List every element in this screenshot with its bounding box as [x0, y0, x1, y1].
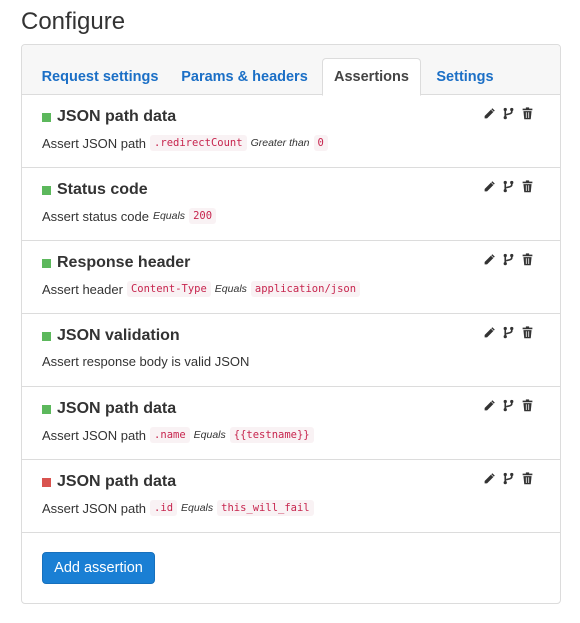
status-indicator — [42, 185, 51, 195]
pencil-icon — [483, 253, 496, 271]
delete-button[interactable] — [521, 471, 534, 490]
edit-button[interactable] — [483, 180, 496, 198]
status-indicator — [42, 331, 51, 341]
edit-button[interactable] — [483, 107, 496, 125]
row-actions — [483, 179, 534, 198]
assertion-title: Response header — [57, 254, 191, 271]
assertion-row: JSON path data Assert JSON path .redirectC… — [22, 95, 560, 168]
assertion-row: Status code Assert status code Equals 200 — [22, 168, 560, 241]
assertion-operator: Equals — [152, 210, 186, 222]
pencil-icon — [483, 399, 496, 417]
assertion-target: .id — [150, 500, 178, 516]
tab-settings[interactable]: Settings — [427, 58, 503, 95]
tab-bar: Request settings Params & headers Assert… — [22, 45, 560, 96]
status-indicator — [42, 477, 51, 487]
add-assertion-button[interactable]: Add assertion — [42, 552, 155, 584]
branch-button[interactable] — [502, 326, 515, 344]
assertion-value: {{testname}} — [229, 427, 314, 443]
assertion-description: Assert header — [42, 281, 123, 297]
branch-button[interactable] — [502, 107, 515, 125]
delete-button[interactable] — [521, 252, 534, 271]
edit-button[interactable] — [483, 472, 496, 490]
assertion-title: JSON path data — [57, 473, 177, 490]
trash-icon — [521, 252, 534, 271]
fork-icon — [502, 326, 515, 344]
assertions-card: Request settings Params & headers Assert… — [21, 44, 561, 604]
row-actions — [483, 106, 534, 125]
trash-icon — [521, 179, 534, 198]
assertion-value: 0 — [313, 135, 328, 151]
assertion-operator: Equals — [193, 429, 226, 441]
assertion-description: Assert response body is valid JSON — [42, 354, 250, 369]
delete-button[interactable] — [521, 106, 534, 125]
tab-assertions[interactable]: Assertions — [322, 58, 421, 96]
trash-icon — [521, 106, 534, 125]
assertion-description: Assert JSON path — [42, 135, 147, 151]
assertion-value: application/json — [250, 281, 361, 297]
tab-request-settings[interactable]: Request settings — [36, 58, 164, 95]
delete-button[interactable] — [521, 325, 534, 344]
status-indicator — [42, 404, 51, 414]
assertion-description: Assert JSON path — [42, 500, 147, 516]
assertion-value: 200 — [189, 208, 217, 224]
fork-icon — [502, 472, 515, 490]
fork-icon — [502, 399, 515, 417]
assertion-row: JSON path data Assert JSON path .id Equals t… — [22, 460, 560, 533]
trash-icon — [521, 325, 534, 344]
assertion-description: Assert status code — [42, 208, 149, 224]
row-actions — [483, 471, 534, 490]
assertion-operator: Greater than — [250, 137, 310, 149]
assertion-target: Content-Type — [126, 281, 211, 297]
assertion-target: .redirectCount — [150, 135, 247, 151]
assertion-title: JSON path data — [57, 400, 177, 417]
assertion-row: JSON validation Assert response body is v… — [22, 314, 560, 387]
row-actions — [483, 398, 534, 417]
assertion-title: Status code — [57, 181, 148, 198]
assertion-row: JSON path data Assert JSON path .name Equal… — [22, 387, 560, 460]
branch-button[interactable] — [502, 253, 515, 271]
assertion-title: JSON path data — [57, 108, 177, 125]
branch-button[interactable] — [502, 399, 515, 417]
fork-icon — [502, 180, 515, 198]
delete-button[interactable] — [521, 179, 534, 198]
delete-button[interactable] — [521, 398, 534, 417]
page-title: Configure — [21, 8, 126, 35]
assertion-row: Response header Assert header Content-Type… — [22, 241, 560, 314]
pencil-icon — [483, 472, 496, 490]
status-indicator — [42, 112, 51, 122]
assertion-value: this_will_fail — [217, 500, 314, 516]
tab-params-headers[interactable]: Params & headers — [176, 58, 313, 95]
branch-button[interactable] — [502, 180, 515, 198]
pencil-icon — [483, 107, 496, 125]
assertion-title: JSON validation — [57, 327, 180, 344]
edit-button[interactable] — [483, 326, 496, 344]
row-actions — [483, 252, 534, 271]
fork-icon — [502, 107, 515, 125]
row-actions — [483, 325, 534, 344]
pencil-icon — [483, 180, 496, 198]
trash-icon — [521, 471, 534, 490]
assertion-target: .name — [150, 427, 190, 443]
edit-button[interactable] — [483, 399, 496, 417]
assertion-operator: Equals — [214, 283, 247, 295]
trash-icon — [521, 398, 534, 417]
assertion-description: Assert JSON path — [42, 427, 147, 443]
edit-button[interactable] — [483, 253, 496, 271]
pencil-icon — [483, 326, 496, 344]
fork-icon — [502, 253, 515, 271]
assertion-operator: Equals — [181, 502, 214, 514]
status-indicator — [42, 258, 51, 268]
branch-button[interactable] — [502, 472, 515, 490]
